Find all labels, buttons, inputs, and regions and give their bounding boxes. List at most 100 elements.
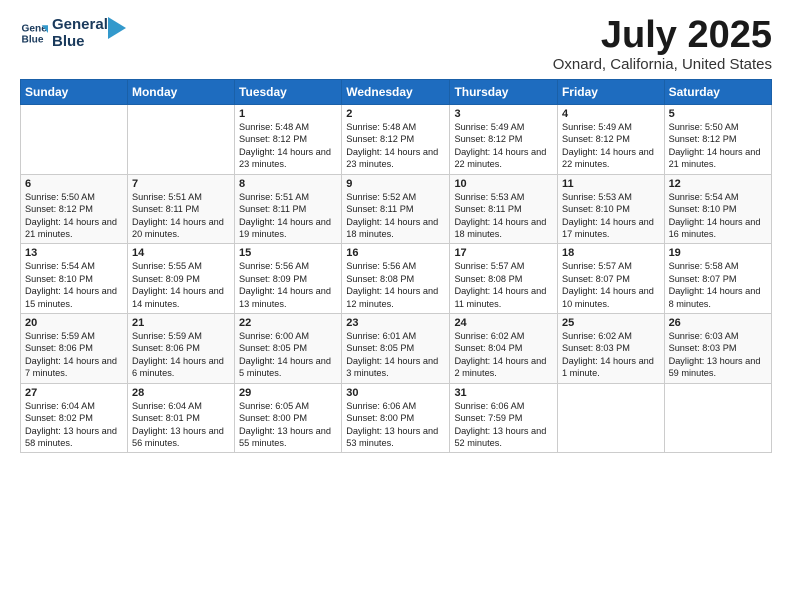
day-cell: 10 Sunrise: 5:53 AMSunset: 8:11 PMDaylig… xyxy=(450,174,558,244)
day-number: 30 xyxy=(346,387,445,399)
day-info: Sunrise: 5:57 AMSunset: 8:07 PMDaylight:… xyxy=(562,261,654,308)
day-info: Sunrise: 6:02 AMSunset: 8:04 PMDaylight:… xyxy=(454,331,546,378)
day-cell: 24 Sunrise: 6:02 AMSunset: 8:04 PMDaylig… xyxy=(450,314,558,384)
day-info: Sunrise: 6:05 AMSunset: 8:00 PMDaylight:… xyxy=(239,401,331,448)
day-info: Sunrise: 5:49 AMSunset: 8:12 PMDaylight:… xyxy=(562,122,654,169)
day-number: 11 xyxy=(562,178,660,190)
day-cell: 28 Sunrise: 6:04 AMSunset: 8:01 PMDaylig… xyxy=(127,383,234,453)
day-number: 5 xyxy=(669,108,767,120)
day-number: 1 xyxy=(239,108,337,120)
col-saturday: Saturday xyxy=(664,80,771,105)
day-cell: 9 Sunrise: 5:52 AMSunset: 8:11 PMDayligh… xyxy=(342,174,450,244)
day-cell: 19 Sunrise: 5:58 AMSunset: 8:07 PMDaylig… xyxy=(664,244,771,314)
day-number: 8 xyxy=(239,178,337,190)
day-info: Sunrise: 5:57 AMSunset: 8:08 PMDaylight:… xyxy=(454,261,546,308)
day-number: 9 xyxy=(346,178,445,190)
logo: General Blue General Blue xyxy=(20,16,126,51)
calendar-header-row: Sunday Monday Tuesday Wednesday Thursday… xyxy=(21,80,772,105)
day-number: 25 xyxy=(562,317,660,329)
day-cell: 16 Sunrise: 5:56 AMSunset: 8:08 PMDaylig… xyxy=(342,244,450,314)
day-cell: 14 Sunrise: 5:55 AMSunset: 8:09 PMDaylig… xyxy=(127,244,234,314)
day-cell xyxy=(557,383,664,453)
day-info: Sunrise: 6:04 AMSunset: 8:01 PMDaylight:… xyxy=(132,401,224,448)
day-number: 28 xyxy=(132,387,230,399)
header: General Blue General Blue July 2025 Oxna… xyxy=(20,16,772,73)
day-number: 20 xyxy=(25,317,123,329)
day-number: 23 xyxy=(346,317,445,329)
day-cell: 6 Sunrise: 5:50 AMSunset: 8:12 PMDayligh… xyxy=(21,174,128,244)
day-info: Sunrise: 5:51 AMSunset: 8:11 PMDaylight:… xyxy=(132,192,224,239)
day-cell: 4 Sunrise: 5:49 AMSunset: 8:12 PMDayligh… xyxy=(557,105,664,175)
logo-chevron-icon xyxy=(108,17,126,39)
day-cell: 3 Sunrise: 5:49 AMSunset: 8:12 PMDayligh… xyxy=(450,105,558,175)
day-number: 6 xyxy=(25,178,123,190)
day-info: Sunrise: 5:58 AMSunset: 8:07 PMDaylight:… xyxy=(669,261,761,308)
day-info: Sunrise: 6:03 AMSunset: 8:03 PMDaylight:… xyxy=(669,331,761,378)
day-cell: 7 Sunrise: 5:51 AMSunset: 8:11 PMDayligh… xyxy=(127,174,234,244)
day-number: 12 xyxy=(669,178,767,190)
day-cell: 27 Sunrise: 6:04 AMSunset: 8:02 PMDaylig… xyxy=(21,383,128,453)
day-cell: 22 Sunrise: 6:00 AMSunset: 8:05 PMDaylig… xyxy=(235,314,342,384)
day-number: 2 xyxy=(346,108,445,120)
day-cell: 29 Sunrise: 6:05 AMSunset: 8:00 PMDaylig… xyxy=(235,383,342,453)
day-info: Sunrise: 6:01 AMSunset: 8:05 PMDaylight:… xyxy=(346,331,438,378)
day-cell: 2 Sunrise: 5:48 AMSunset: 8:12 PMDayligh… xyxy=(342,105,450,175)
day-cell: 26 Sunrise: 6:03 AMSunset: 8:03 PMDaylig… xyxy=(664,314,771,384)
week-row-5: 27 Sunrise: 6:04 AMSunset: 8:02 PMDaylig… xyxy=(21,383,772,453)
day-cell: 13 Sunrise: 5:54 AMSunset: 8:10 PMDaylig… xyxy=(21,244,128,314)
day-number: 13 xyxy=(25,247,123,259)
col-tuesday: Tuesday xyxy=(235,80,342,105)
day-cell: 30 Sunrise: 6:06 AMSunset: 8:00 PMDaylig… xyxy=(342,383,450,453)
day-info: Sunrise: 6:06 AMSunset: 7:59 PMDaylight:… xyxy=(454,401,546,448)
page-container: General Blue General Blue July 2025 Oxna… xyxy=(0,0,792,463)
day-info: Sunrise: 5:50 AMSunset: 8:12 PMDaylight:… xyxy=(25,192,117,239)
day-info: Sunrise: 5:56 AMSunset: 8:09 PMDaylight:… xyxy=(239,261,331,308)
day-number: 31 xyxy=(454,387,553,399)
day-info: Sunrise: 5:48 AMSunset: 8:12 PMDaylight:… xyxy=(239,122,331,169)
calendar-table: Sunday Monday Tuesday Wednesday Thursday… xyxy=(20,79,772,453)
day-info: Sunrise: 5:49 AMSunset: 8:12 PMDaylight:… xyxy=(454,122,546,169)
day-number: 18 xyxy=(562,247,660,259)
day-cell: 11 Sunrise: 5:53 AMSunset: 8:10 PMDaylig… xyxy=(557,174,664,244)
day-number: 14 xyxy=(132,247,230,259)
day-number: 21 xyxy=(132,317,230,329)
day-number: 3 xyxy=(454,108,553,120)
day-cell xyxy=(127,105,234,175)
col-monday: Monday xyxy=(127,80,234,105)
day-number: 26 xyxy=(669,317,767,329)
day-info: Sunrise: 5:59 AMSunset: 8:06 PMDaylight:… xyxy=(25,331,117,378)
day-cell: 8 Sunrise: 5:51 AMSunset: 8:11 PMDayligh… xyxy=(235,174,342,244)
day-number: 27 xyxy=(25,387,123,399)
day-info: Sunrise: 5:55 AMSunset: 8:09 PMDaylight:… xyxy=(132,261,224,308)
col-wednesday: Wednesday xyxy=(342,80,450,105)
day-cell: 20 Sunrise: 5:59 AMSunset: 8:06 PMDaylig… xyxy=(21,314,128,384)
day-info: Sunrise: 5:53 AMSunset: 8:10 PMDaylight:… xyxy=(562,192,654,239)
logo-line2: Blue xyxy=(52,33,85,50)
day-number: 22 xyxy=(239,317,337,329)
week-row-1: 1 Sunrise: 5:48 AMSunset: 8:12 PMDayligh… xyxy=(21,105,772,175)
day-cell: 25 Sunrise: 6:02 AMSunset: 8:03 PMDaylig… xyxy=(557,314,664,384)
col-sunday: Sunday xyxy=(21,80,128,105)
day-number: 7 xyxy=(132,178,230,190)
col-friday: Friday xyxy=(557,80,664,105)
week-row-2: 6 Sunrise: 5:50 AMSunset: 8:12 PMDayligh… xyxy=(21,174,772,244)
day-info: Sunrise: 5:59 AMSunset: 8:06 PMDaylight:… xyxy=(132,331,224,378)
day-cell: 23 Sunrise: 6:01 AMSunset: 8:05 PMDaylig… xyxy=(342,314,450,384)
day-number: 4 xyxy=(562,108,660,120)
location: Oxnard, California, United States xyxy=(553,56,772,73)
day-info: Sunrise: 6:02 AMSunset: 8:03 PMDaylight:… xyxy=(562,331,654,378)
logo-icon: General Blue xyxy=(20,19,48,47)
day-info: Sunrise: 5:54 AMSunset: 8:10 PMDaylight:… xyxy=(25,261,117,308)
day-info: Sunrise: 6:00 AMSunset: 8:05 PMDaylight:… xyxy=(239,331,331,378)
day-cell: 1 Sunrise: 5:48 AMSunset: 8:12 PMDayligh… xyxy=(235,105,342,175)
day-cell: 31 Sunrise: 6:06 AMSunset: 7:59 PMDaylig… xyxy=(450,383,558,453)
month-title: July 2025 xyxy=(553,16,772,54)
day-info: Sunrise: 5:50 AMSunset: 8:12 PMDaylight:… xyxy=(669,122,761,169)
logo-text: General Blue xyxy=(52,16,108,51)
week-row-3: 13 Sunrise: 5:54 AMSunset: 8:10 PMDaylig… xyxy=(21,244,772,314)
title-area: July 2025 Oxnard, California, United Sta… xyxy=(553,16,772,73)
day-info: Sunrise: 6:04 AMSunset: 8:02 PMDaylight:… xyxy=(25,401,117,448)
week-row-4: 20 Sunrise: 5:59 AMSunset: 8:06 PMDaylig… xyxy=(21,314,772,384)
day-cell: 12 Sunrise: 5:54 AMSunset: 8:10 PMDaylig… xyxy=(664,174,771,244)
day-info: Sunrise: 5:48 AMSunset: 8:12 PMDaylight:… xyxy=(346,122,438,169)
